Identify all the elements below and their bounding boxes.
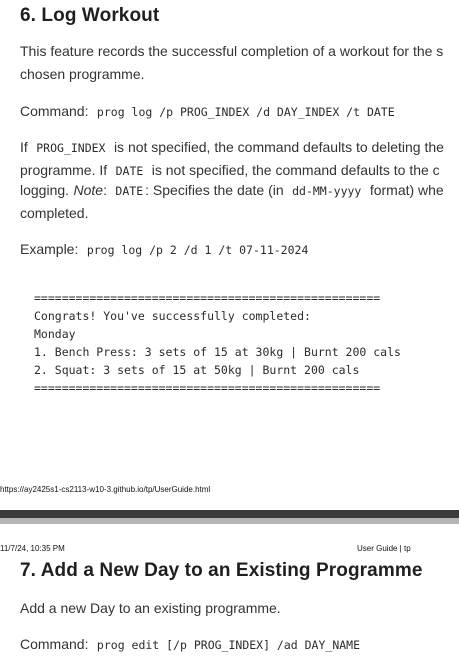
- note-line-3: logging. Note: DATE: Specifies the date …: [20, 182, 444, 200]
- note-text: If: [20, 139, 28, 155]
- note-text: format) whe: [369, 182, 444, 198]
- output-line: ========================================…: [34, 291, 381, 305]
- output-line: Congrats! You've successfully completed:: [34, 309, 311, 323]
- description-line: Add a new Day to an existing programme.: [20, 600, 281, 616]
- page-header-title: User Guide | tp: [357, 544, 411, 553]
- note-line-2: programme. If DATE is not specified, the…: [20, 162, 440, 180]
- page-header-datetime: 11/7/24, 10:35 PM: [0, 544, 65, 553]
- command-line: Command: prog log /p PROG_INDEX /d DAY_I…: [20, 103, 395, 121]
- example-label: Example:: [20, 241, 79, 257]
- note-text: : Specifies the date (in: [145, 182, 284, 198]
- command-line: Command: prog edit [/p PROG_INDEX] /ad D…: [20, 636, 360, 654]
- note-line-4: completed.: [20, 205, 89, 221]
- note-line-1: If PROG_INDEX is not specified, the comm…: [20, 139, 444, 157]
- inline-code: DATE: [115, 184, 144, 198]
- note-text: programme. If: [20, 162, 108, 178]
- inline-code: dd-MM-yyyy: [292, 184, 362, 198]
- note-text: is not specified, the command defaults t…: [113, 139, 444, 155]
- page-break-divider: [0, 510, 459, 518]
- command-code: prog edit [/p PROG_INDEX] /ad DAY_NAME: [96, 638, 361, 652]
- inline-code: PROG_INDEX: [36, 141, 106, 155]
- note-emphasis: Note: [73, 182, 104, 198]
- command-label: Command:: [20, 103, 89, 119]
- description-line: This feature records the successful comp…: [20, 43, 444, 59]
- description-line: chosen programme.: [20, 66, 145, 82]
- output-line: ========================================…: [34, 381, 381, 395]
- inline-code: DATE: [115, 164, 144, 178]
- command-code: prog log /p PROG_INDEX /d DAY_INDEX /t D…: [96, 105, 395, 119]
- example-code: prog log /p 2 /d 1 /t 07-11-2024: [86, 243, 309, 257]
- example-line: Example: prog log /p 2 /d 1 /t 07-11-202…: [20, 241, 308, 259]
- note-text: is not specified, the command defaults t…: [151, 162, 440, 178]
- output-line: Monday: [34, 327, 76, 341]
- output-code-block: ========================================…: [34, 289, 401, 397]
- note-text: :: [103, 182, 107, 198]
- page-footer-url[interactable]: https://ay2425s1-cs2113-w10-3.github.io/…: [0, 485, 210, 494]
- section-heading-log-workout: 6. Log Workout: [20, 5, 160, 26]
- note-text: logging.: [20, 182, 70, 198]
- output-line: 1. Bench Press: 3 sets of 15 at 30kg | B…: [34, 345, 401, 359]
- section-heading-add-day: 7. Add a New Day to an Existing Programm…: [20, 560, 423, 581]
- page-break-divider-shadow: [0, 518, 459, 524]
- command-label: Command:: [20, 636, 89, 652]
- output-line: 2. Squat: 3 sets of 15 at 50kg | Burnt 2…: [34, 363, 360, 377]
